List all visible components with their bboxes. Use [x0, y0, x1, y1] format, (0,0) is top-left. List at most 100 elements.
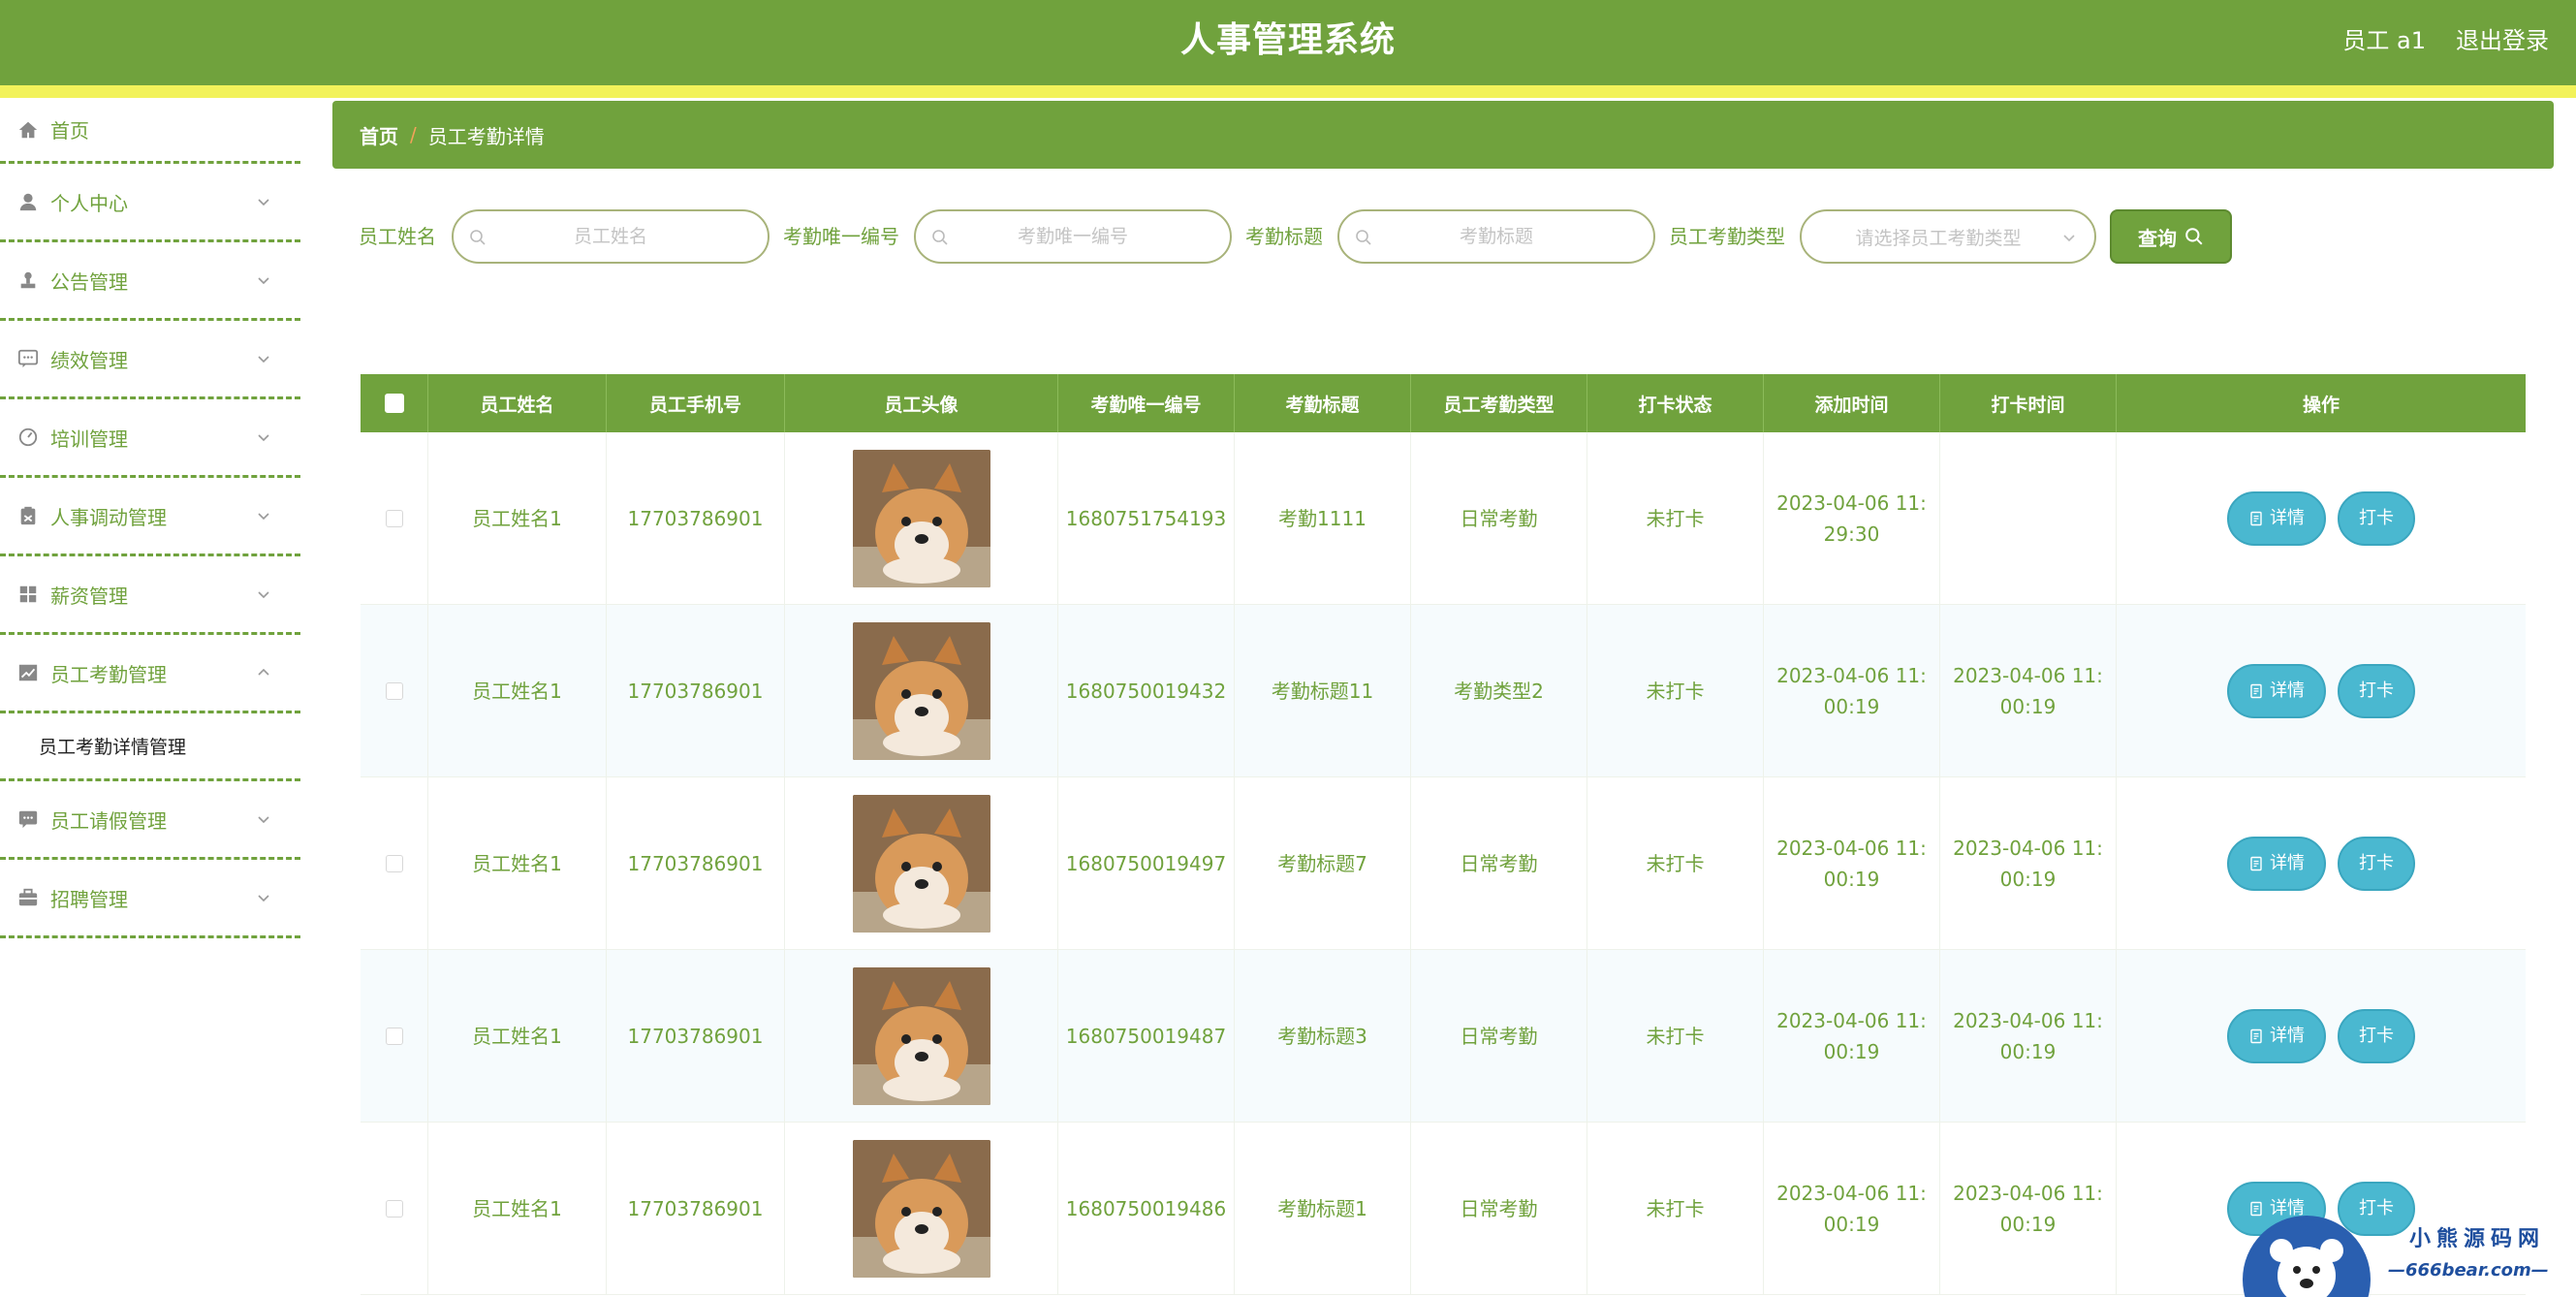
logout-link[interactable]: 退出登录	[2456, 0, 2549, 85]
watermark-title: 小熊源码网	[2409, 1227, 2546, 1251]
user-icon	[17, 191, 39, 212]
cell-code: 1680750019487	[1058, 950, 1235, 1122]
select-all-checkbox[interactable]	[384, 394, 404, 413]
cell-actions: 详情 打卡	[2117, 950, 2526, 1122]
cell-actions: 详情 打卡	[2117, 777, 2526, 949]
detail-button-label: 详情	[2270, 852, 2305, 873]
header-stripe	[0, 85, 2576, 98]
row-select-cell	[361, 777, 428, 949]
bear-logo-icon	[2243, 1216, 2371, 1297]
sidebar-item-home[interactable]: 首页	[0, 98, 300, 164]
name-label: 员工姓名	[359, 225, 436, 248]
type-select[interactable]: 请选择员工考勤类型	[1800, 209, 2096, 264]
cell-code: 1680750019432	[1058, 605, 1235, 776]
sidebar-item-notice[interactable]: 公告管理	[0, 242, 300, 321]
cell-avatar	[785, 950, 1058, 1122]
cell-status: 未打卡	[1587, 432, 1764, 604]
breadcrumb: 首页 / 员工考勤详情	[332, 101, 2554, 169]
document-icon	[2250, 1028, 2262, 1043]
clock-in-button-label: 打卡	[2359, 507, 2394, 528]
title-input[interactable]	[1339, 211, 1653, 262]
home-icon	[17, 119, 39, 141]
sidebar-item-leave[interactable]: 员工请假管理	[0, 781, 300, 860]
avatar	[852, 966, 990, 1105]
cell-phone: 17703786901	[607, 950, 785, 1122]
breadcrumb-home[interactable]: 首页	[360, 121, 398, 149]
attendance-table: 员工姓名 员工手机号 员工头像 考勤唯一编号 考勤标题 员工考勤类型 打卡状态 …	[361, 374, 2526, 1295]
sidebar-item-recruit[interactable]: 招聘管理	[0, 860, 300, 938]
row-checkbox[interactable]	[385, 854, 403, 872]
search-icon	[2185, 228, 2203, 245]
sidebar-item-attendance[interactable]: 员工考勤管理	[0, 635, 300, 713]
table-row: 员工姓名1 17703786901 1680751754193 考勤1111 日…	[361, 432, 2526, 605]
sidebar-subitem-attendance-detail[interactable]: 员工考勤详情管理	[0, 713, 300, 781]
row-checkbox[interactable]	[385, 1027, 403, 1045]
chat-icon	[17, 348, 39, 369]
chevron-down-icon	[256, 890, 271, 905]
cell-name: 员工姓名1	[428, 1123, 607, 1294]
sidebar-item-label: 员工请假管理	[50, 808, 167, 833]
sidebar-item-label: 招聘管理	[50, 887, 128, 911]
chevron-down-icon	[256, 272, 271, 288]
current-user: 员工 a1	[2342, 27, 2426, 54]
chevron-down-icon	[256, 351, 271, 366]
code-input[interactable]	[916, 211, 1230, 262]
search-icon	[469, 229, 487, 246]
sidebar-item-transfer[interactable]: 人事调动管理	[0, 478, 300, 556]
row-select-cell	[361, 432, 428, 604]
cell-added-time: 2023-04-06 11: 00:19	[1764, 777, 1940, 949]
search-form: 员工姓名 考勤唯一编号 考勤标题 员工考勤类型 请选择员工考勤类型 查询	[359, 209, 2559, 264]
clock-time-text: 2023-04-06 11: 00:19	[1953, 1181, 2103, 1236]
name-input-box	[452, 209, 770, 264]
detail-button[interactable]: 详情	[2227, 490, 2326, 546]
cell-clock-time: 2023-04-06 11: 00:19	[1940, 950, 2117, 1122]
sidebar-item-salary[interactable]: 薪资管理	[0, 556, 300, 635]
row-checkbox[interactable]	[385, 1199, 403, 1218]
search-button[interactable]: 查询	[2110, 209, 2232, 264]
cell-actions: 详情 打卡	[2117, 605, 2526, 776]
header-select-all-cell	[361, 374, 428, 432]
cell-phone: 17703786901	[607, 605, 785, 776]
col-header: 考勤唯一编号	[1058, 374, 1235, 432]
avatar	[852, 621, 990, 760]
cell-type: 日常考勤	[1411, 1123, 1587, 1294]
clock-in-button[interactable]: 打卡	[2338, 490, 2415, 546]
cell-actions: 详情 打卡	[2117, 432, 2526, 604]
name-input[interactable]	[454, 211, 768, 262]
cell-added-time: 2023-04-06 11: 00:19	[1764, 605, 1940, 776]
col-header: 员工考勤类型	[1411, 374, 1587, 432]
app-title: 人事管理系统	[1179, 20, 1396, 60]
sidebar-item-performance[interactable]: 绩效管理	[0, 321, 300, 399]
cell-avatar	[785, 432, 1058, 604]
col-header: 打卡状态	[1587, 374, 1764, 432]
clock-time-text: 2023-04-06 11: 00:19	[1953, 663, 2103, 718]
watermark: 小熊源码网 —666bear.com—	[2243, 1216, 2572, 1297]
cell-code: 1680751754193	[1058, 432, 1235, 604]
cell-type: 日常考勤	[1411, 777, 1587, 949]
detail-button[interactable]: 详情	[2227, 836, 2326, 891]
detail-button-label: 详情	[2270, 1025, 2305, 1046]
sidebar-item-label: 人事调动管理	[50, 505, 167, 529]
cell-clock-time	[1940, 432, 2117, 604]
sidebar-item-label: 公告管理	[50, 269, 128, 294]
row-checkbox[interactable]	[385, 509, 403, 527]
title-label: 考勤标题	[1245, 225, 1323, 248]
chevron-down-icon	[256, 586, 271, 602]
clock-in-button[interactable]: 打卡	[2338, 663, 2415, 718]
detail-button[interactable]: 详情	[2227, 1008, 2326, 1063]
type-select-placeholder: 请选择员工考勤类型	[1855, 227, 2022, 249]
row-checkbox[interactable]	[385, 681, 403, 700]
table-row: 员工姓名1 17703786901 1680750019432 考勤标题11 考…	[361, 605, 2526, 777]
detail-button[interactable]: 详情	[2227, 663, 2326, 718]
gauge-icon	[17, 427, 39, 448]
document-icon	[2250, 856, 2262, 870]
row-select-cell	[361, 605, 428, 776]
chart-icon	[17, 662, 39, 683]
sidebar-item-training[interactable]: 培训管理	[0, 399, 300, 478]
code-label: 考勤唯一编号	[783, 225, 899, 248]
cell-title: 考勤1111	[1235, 432, 1411, 604]
clock-in-button[interactable]: 打卡	[2338, 1008, 2415, 1063]
clock-in-button[interactable]: 打卡	[2338, 836, 2415, 891]
sidebar-item-profile[interactable]: 个人中心	[0, 164, 300, 242]
avatar	[852, 794, 990, 933]
